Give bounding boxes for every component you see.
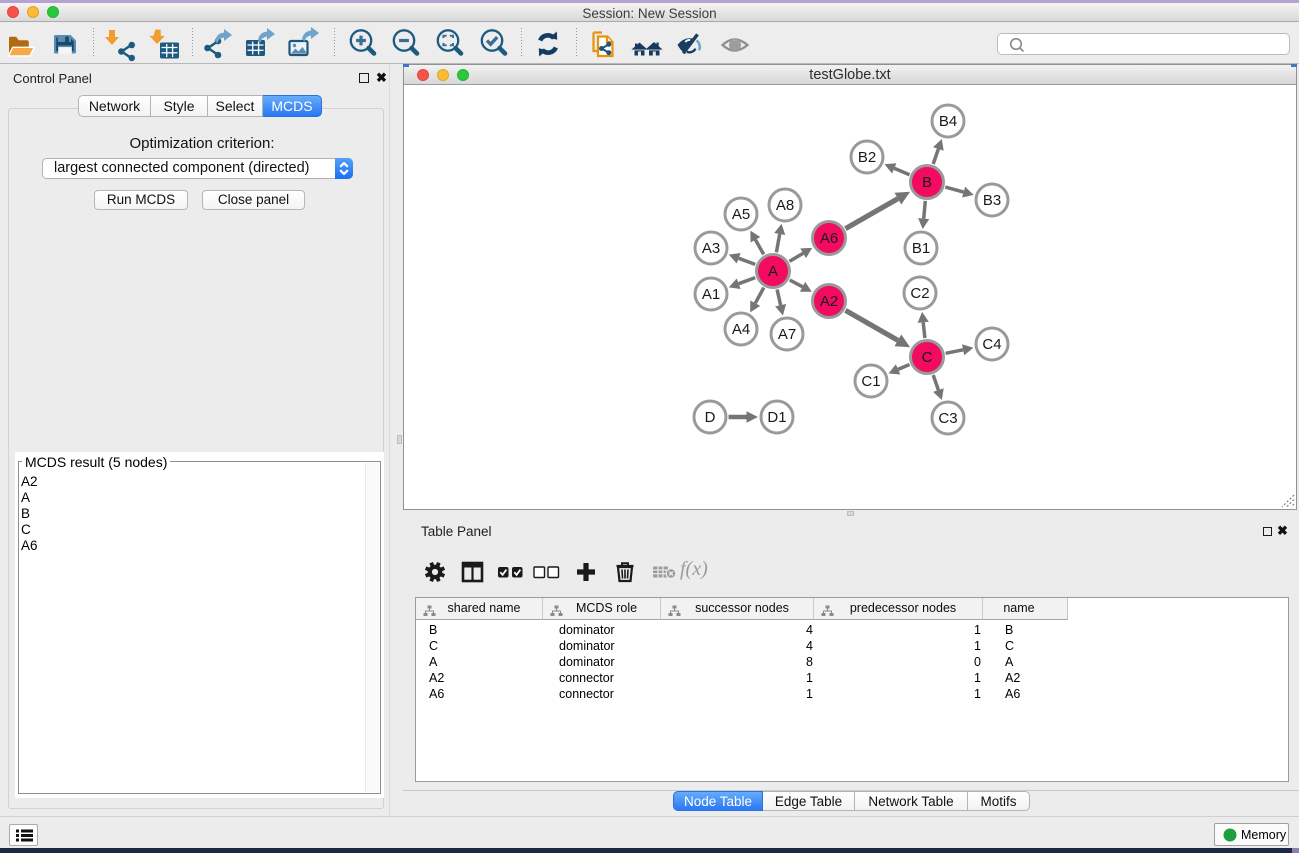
svg-text:A2: A2 bbox=[820, 293, 838, 310]
svg-text:A: A bbox=[768, 263, 778, 280]
svg-text:C1: C1 bbox=[861, 373, 880, 390]
svg-text:A8: A8 bbox=[776, 197, 794, 214]
svg-text:B2: B2 bbox=[858, 149, 876, 166]
svg-text:A6: A6 bbox=[820, 230, 838, 247]
svg-text:A7: A7 bbox=[778, 326, 796, 343]
svg-text:A4: A4 bbox=[732, 321, 750, 338]
svg-text:A5: A5 bbox=[732, 206, 750, 223]
svg-text:A3: A3 bbox=[702, 240, 720, 257]
svg-text:B3: B3 bbox=[983, 192, 1001, 209]
svg-text:D1: D1 bbox=[767, 409, 786, 426]
svg-text:C2: C2 bbox=[910, 285, 929, 302]
svg-text:C4: C4 bbox=[982, 336, 1001, 353]
svg-text:D: D bbox=[705, 409, 716, 426]
svg-text:B4: B4 bbox=[939, 113, 957, 130]
svg-text:B: B bbox=[922, 174, 932, 191]
svg-text:C3: C3 bbox=[938, 410, 957, 427]
svg-text:A1: A1 bbox=[702, 286, 720, 303]
svg-text:C: C bbox=[922, 349, 933, 366]
svg-text:B1: B1 bbox=[912, 240, 930, 257]
